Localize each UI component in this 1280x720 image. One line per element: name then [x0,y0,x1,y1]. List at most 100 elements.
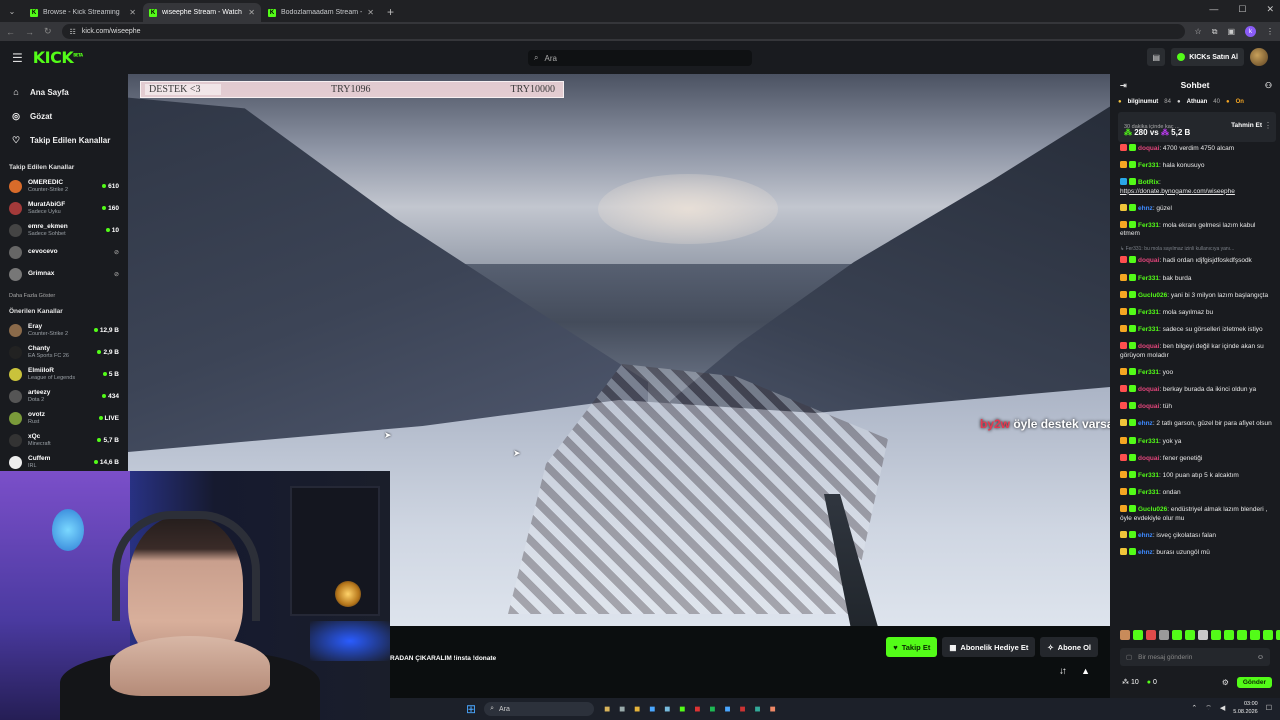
maximize-icon[interactable]: ☐ [1238,4,1246,15]
chat-username[interactable]: Guclu026 [1138,506,1167,513]
bookmark-star-icon[interactable]: ☆ [1195,27,1202,36]
nav-home[interactable]: ⌂ Ana Sayfa [0,80,128,104]
browser-tab-1[interactable]: K Browse - Kick Streaming ✕ [24,3,142,22]
chat-username[interactable]: ehnz [1138,205,1153,212]
channel-item[interactable]: emre_ekmen Sadece Sohbet 10 [0,219,128,241]
chat-username[interactable]: doquai [1138,145,1159,152]
chat-username[interactable]: ehnz [1138,549,1153,556]
folder-icon[interactable]: ■ [604,704,610,715]
chat-username[interactable]: BotRix [1138,179,1159,186]
site-info-icon[interactable]: ☷ [70,28,76,36]
follow-button[interactable]: ♥ Takip Et [886,637,938,657]
chat-username[interactable]: Fer331 [1138,275,1159,282]
library-icon[interactable]: ▤ [1147,48,1166,66]
windows-start-icon[interactable]: ⊞ [466,702,476,716]
prediction-card[interactable]: 30 dakika içinde kaç ... ⁂ 280 vs ⁂ 5,2 … [1118,112,1276,142]
channel-points[interactable]: ⁂ 10 [1122,678,1139,686]
emote-icon[interactable] [1263,630,1273,640]
emote-icon[interactable] [1224,630,1234,640]
gift-sub-button[interactable]: ▦ Abonelik Hediye Et [942,637,1036,657]
close-window-icon[interactable]: ✕ [1266,4,1274,15]
gear-icon[interactable]: ⚙ [1222,678,1229,687]
chat-username[interactable]: Fer331 [1138,326,1159,333]
more-options-icon[interactable]: ⋮ [1264,121,1272,130]
chat-link[interactable]: https://donate.bynogame.com/wiseephe [1120,188,1235,195]
channel-item[interactable]: ElmiiloR League of Legends 5 B [0,363,128,385]
clock[interactable]: 03:00 5.08.2026 [1233,700,1257,716]
chat-username[interactable]: Fer331 [1138,309,1159,316]
chat-username[interactable]: Fer331 [1138,222,1159,229]
menu-icon[interactable]: ☰ [12,51,23,65]
chat-users-icon[interactable]: ⚇ [1265,81,1272,90]
send-button[interactable]: Gönder [1236,676,1272,688]
subscribe-button[interactable]: ✧ Abone Ol [1040,637,1098,657]
emote-icon[interactable] [1276,630,1280,640]
channel-item[interactable]: cevocevo ⊘ [0,241,128,263]
spotify-icon[interactable]: ■ [709,704,715,715]
channel-item[interactable]: xQc Minecraft 5,7 B [0,429,128,451]
forward-icon[interactable]: → [25,27,34,37]
channel-item[interactable]: Cuffem IRL 14,6 B [0,451,128,473]
taskbar-search[interactable]: ⌕ Ara [484,702,595,716]
nav-browse[interactable]: ◎ Gözat [0,104,128,128]
report-icon[interactable]: ▲ [1081,666,1090,676]
chat-username[interactable]: Fer331 [1138,438,1159,445]
emote-icon[interactable] [1172,630,1182,640]
browser-tab-2[interactable]: K wiseephe Stream - Watch Live o ✕ [143,3,261,22]
channel-item[interactable]: ovotz Rust LIVE [0,407,128,429]
minimize-icon[interactable]: — [1209,4,1218,15]
share-icon[interactable]: ⮃ [1060,667,1066,677]
nav-following[interactable]: ♡ Takip Edilen Kanallar [0,128,128,152]
chat-username[interactable]: doquai [1138,403,1159,410]
channel-item[interactable]: Grimnax ⊘ [0,263,128,285]
emote-icon[interactable] [1185,630,1195,640]
close-tab-icon[interactable]: ✕ [129,8,136,17]
url-field[interactable]: ☷ kick.com/wiseephe [61,24,1185,39]
chat-username[interactable]: doquai [1138,455,1159,462]
chat-username[interactable]: Fer331 [1138,472,1159,479]
show-more-link[interactable]: Daha Fazla Göster [0,293,128,299]
extensions-icon[interactable]: ⧉ [1212,27,1218,37]
explorer-icon[interactable]: ■ [634,704,640,715]
tab-search-icon[interactable]: ⌄ [4,3,20,19]
chat-username[interactable]: Fer331 [1138,162,1159,169]
emote-icon[interactable] [1159,630,1169,640]
opera-icon[interactable]: ■ [694,704,700,715]
search-input[interactable]: ⌕ Ara [528,50,752,66]
app-icon[interactable]: ■ [755,704,761,715]
profile-avatar[interactable]: k [1245,26,1256,37]
app-icon[interactable]: ■ [739,704,745,715]
network-icon[interactable]: ⌔ [1205,704,1212,713]
store-icon[interactable]: ■ [724,704,730,715]
kick-logo[interactable]: KICKBETA [33,48,83,67]
collapse-chat-icon[interactable]: ⇥ [1120,81,1127,90]
kick-app-icon[interactable]: ■ [679,704,685,715]
user-avatar[interactable] [1250,48,1268,66]
chat-username[interactable]: ehnz [1138,532,1153,539]
predict-button[interactable]: Tahmin Et [1231,122,1262,129]
browser-tab-3[interactable]: K Bodozlamaadam Stream - Watc ✕ [262,3,380,22]
back-icon[interactable]: ← [6,27,15,37]
app-icon[interactable]: ■ [770,704,776,715]
tray-arrow-icon[interactable]: ⌃ [1191,704,1197,712]
channel-item[interactable]: Chanty EA Sports FC 26 2,9 B [0,341,128,363]
browser-menu-icon[interactable]: ⋮ [1266,27,1274,36]
chat-username[interactable]: doquai [1138,257,1159,264]
new-tab-icon[interactable]: + [387,5,394,19]
channel-item[interactable]: MuratAbiGF Sadece Uyku 160 [0,197,128,219]
channel-item[interactable]: arteezy Dota 2 434 [0,385,128,407]
emote-icon[interactable] [1133,630,1143,640]
sidepanel-icon[interactable]: ▣ [1227,27,1235,36]
close-tab-icon[interactable]: ✕ [248,8,255,17]
emote-icon[interactable] [1211,630,1221,640]
steam-icon[interactable]: ■ [664,704,670,715]
reload-icon[interactable]: ↻ [44,26,52,37]
buy-kicks-button[interactable]: KICKs Satın Al [1171,48,1244,66]
volume-icon[interactable]: ◀ [1220,704,1225,712]
taskview-icon[interactable]: ■ [619,704,625,715]
chat-input[interactable]: ▢ Bir mesaj gönderin ☺ [1120,648,1270,666]
chat-username[interactable]: Guclu026 [1138,292,1167,299]
chat-username[interactable]: doquai [1138,343,1159,350]
emote-icon[interactable] [1198,630,1208,640]
chat-username[interactable]: doquai [1138,386,1159,393]
